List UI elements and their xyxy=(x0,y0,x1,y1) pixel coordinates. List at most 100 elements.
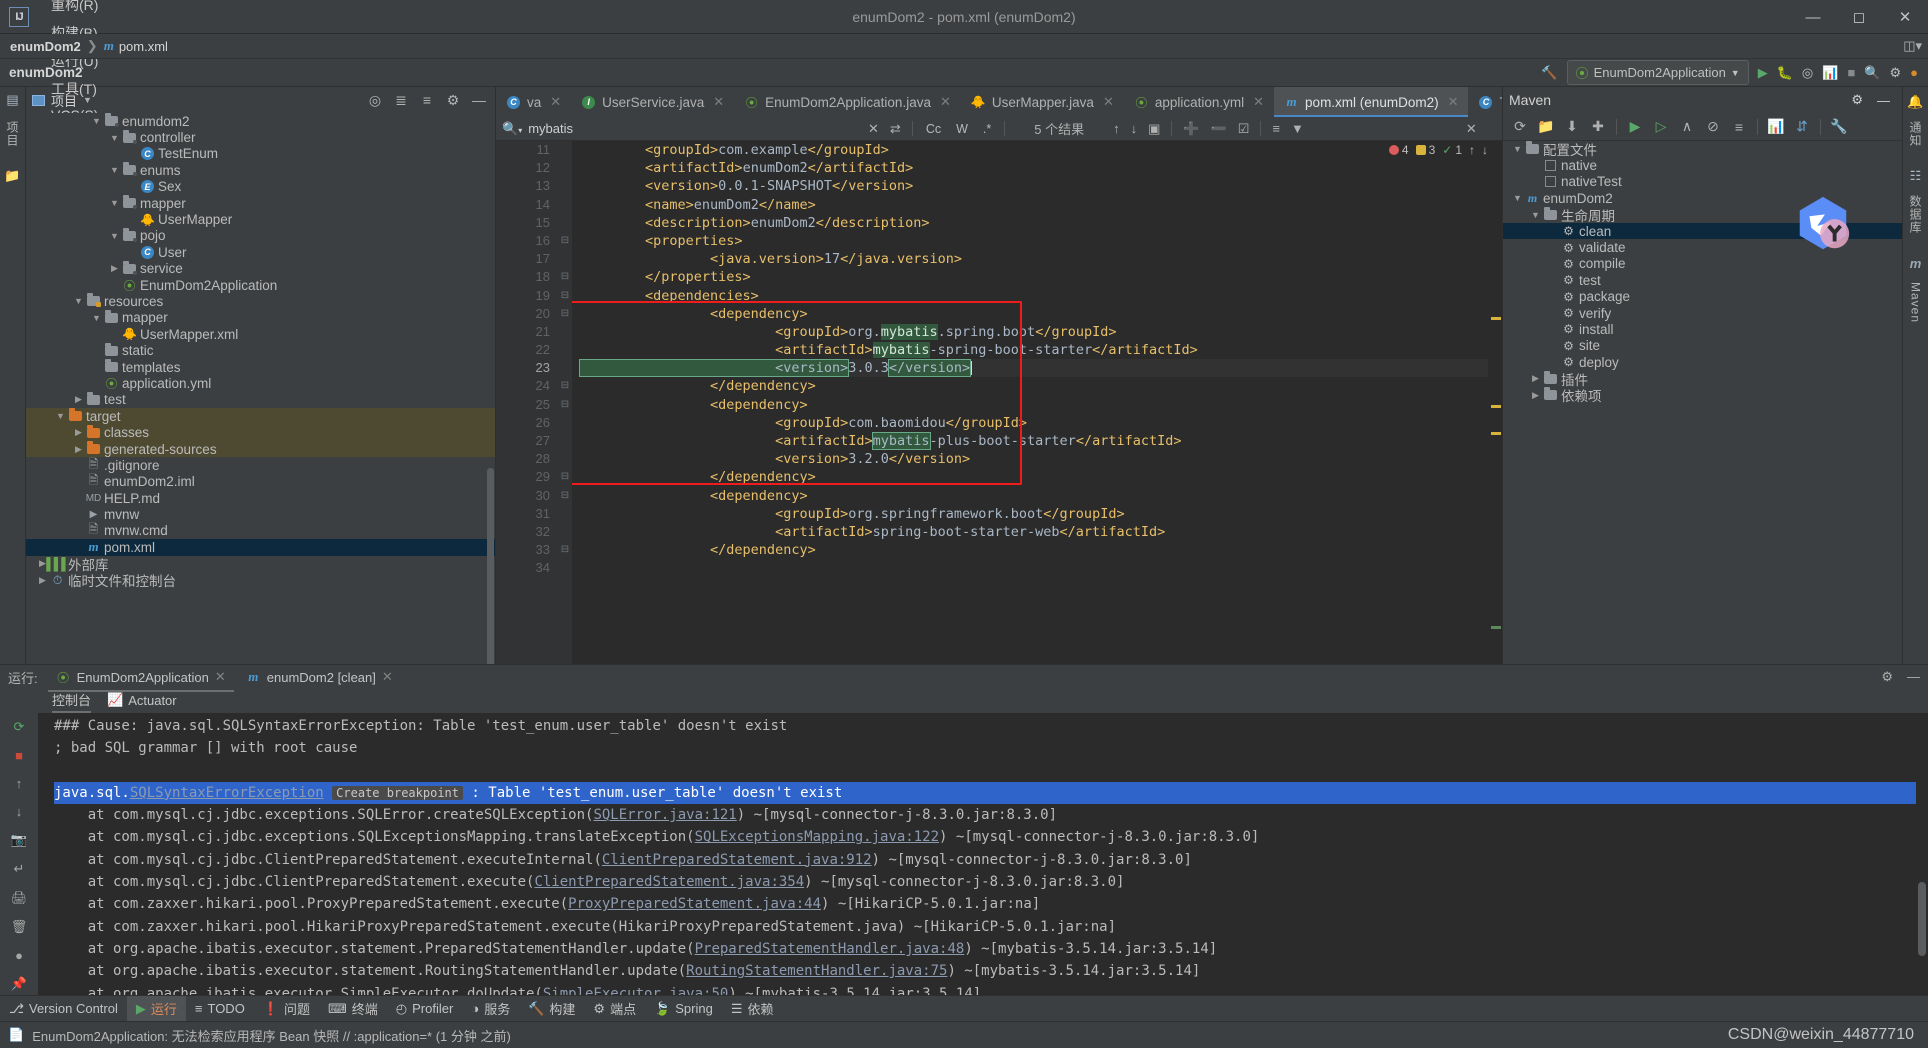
maven-tree-item[interactable]: ▼ 生命周期 xyxy=(1503,206,1902,224)
tool-window-button[interactable]: ⎇ Version Control xyxy=(0,998,127,1020)
console-line[interactable]: at com.mysql.cj.jdbc.ClientPreparedState… xyxy=(54,849,1916,871)
project-tree-item[interactable]: ⦿ application.yml xyxy=(26,375,495,391)
warning-badge[interactable]: 3 xyxy=(1415,143,1435,157)
run-subtab[interactable]: 📈 Actuator xyxy=(107,692,177,710)
right-strip-label-notifications[interactable]: 通知 xyxy=(1907,121,1924,147)
code-line[interactable]: </dependency> xyxy=(580,377,1488,395)
marker-tick[interactable] xyxy=(1491,431,1501,435)
execute-goal-icon[interactable]: ▷ xyxy=(1649,116,1673,138)
maven-tree-item[interactable]: ⚙ compile xyxy=(1503,256,1902,272)
marker-tick[interactable] xyxy=(1491,317,1501,321)
editor-tab[interactable]: CTest✕ xyxy=(1468,87,1502,117)
project-tree-item[interactable]: ▼ mapper xyxy=(26,309,495,326)
inspection-widget[interactable]: 4 3 ✓ 1 ↑ ↓ xyxy=(1388,143,1488,157)
project-tree-item[interactable]: 🐥 UserMapper xyxy=(26,211,495,227)
project-tree-item[interactable]: C TestEnum xyxy=(26,146,495,162)
stack-frame-link[interactable]: PreparedStatementHandler.java:48 xyxy=(695,941,965,957)
close-tab-icon[interactable]: ✕ xyxy=(550,94,561,110)
chevron-down-icon[interactable]: ▼ xyxy=(90,116,103,126)
fold-marker-icon[interactable]: ⊟ xyxy=(558,268,572,286)
chevron-down-icon[interactable]: ▼ xyxy=(72,296,85,306)
maven-tree-item[interactable]: ⚙ validate xyxy=(1503,239,1902,255)
minimize-button[interactable]: — xyxy=(1790,0,1836,34)
chevron-down-icon[interactable]: ▼ xyxy=(1511,144,1524,154)
chevron-down-icon[interactable]: ▼ xyxy=(108,165,121,175)
tool-window-button[interactable]: 🔨 构建 xyxy=(519,996,584,1021)
run-goal-icon[interactable]: ▶ xyxy=(1623,116,1647,138)
stack-frame-link[interactable]: SQLError.java:121 xyxy=(593,807,736,823)
locate-file-icon[interactable]: ◎ xyxy=(365,90,385,110)
close-find-bar-icon[interactable]: ✕ xyxy=(1466,121,1477,137)
profiler-button[interactable]: 📊 xyxy=(1822,65,1838,81)
error-badge[interactable]: 4 xyxy=(1388,143,1409,157)
console-line[interactable]: at org.apache.ibatis.executor.statement.… xyxy=(54,938,1916,960)
filter-icon[interactable]: ▼ xyxy=(1291,121,1304,136)
fold-marker-icon[interactable]: ⊟ xyxy=(558,377,572,395)
code-line[interactable]: <name>enumDom2</name> xyxy=(580,196,1488,214)
console-line[interactable]: java.sql.SQLSyntaxErrorException Create … xyxy=(54,781,1916,805)
code-line[interactable]: </dependency> xyxy=(580,541,1488,559)
expand-all-icon[interactable]: ≣ xyxy=(391,90,411,110)
project-tree-item[interactable]: ▼ controller xyxy=(26,129,495,145)
match-case-toggle[interactable]: Cc xyxy=(924,122,943,136)
scroll-up-icon[interactable]: ↑ xyxy=(16,776,23,791)
show-dependencies-icon[interactable]: 📊 xyxy=(1764,116,1788,138)
debug-button[interactable]: 🐛 xyxy=(1777,65,1793,81)
console-line[interactable]: at org.apache.ibatis.executor.statement.… xyxy=(54,960,1916,982)
project-tree-item[interactable]: ▶ classes xyxy=(26,424,495,441)
close-run-tab-icon[interactable]: ✕ xyxy=(215,669,226,685)
code-line[interactable]: <groupId>com.example</groupId> xyxy=(580,141,1488,159)
settings-icon[interactable]: ⚙ xyxy=(1889,65,1901,81)
fold-marker-icon[interactable]: ⊟ xyxy=(558,541,572,559)
stack-frame-link[interactable]: ProxyPreparedStatement.java:44 xyxy=(568,896,821,912)
chevron-down-icon[interactable]: ▼ xyxy=(54,411,67,421)
maven-tree-item[interactable]: ⚙ clean xyxy=(1503,222,1902,240)
maven-tree-item[interactable]: ⚙ package xyxy=(1503,289,1902,305)
collapse-all-icon[interactable]: ≡ xyxy=(417,90,437,110)
tool-window-button[interactable]: 🍃 Spring xyxy=(645,998,722,1020)
collapse-all-icon[interactable]: ≡ xyxy=(1727,116,1751,138)
maven-m-icon[interactable]: m xyxy=(1907,254,1925,272)
database-icon[interactable]: ☷ xyxy=(1907,167,1925,185)
search-everywhere-icon[interactable]: 🔍 xyxy=(1864,65,1880,81)
search-input[interactable]: mybatis xyxy=(528,121,573,136)
chevron-right-icon[interactable]: ▶ xyxy=(1529,390,1542,401)
close-tab-icon[interactable]: ✕ xyxy=(1253,94,1264,110)
maven-tree-item[interactable]: nativeTest xyxy=(1503,174,1902,190)
open-in-window-icon[interactable]: ▣ xyxy=(1148,121,1160,137)
maximize-button[interactable]: ◻ xyxy=(1836,0,1882,34)
fold-marker-icon[interactable]: ⊟ xyxy=(558,487,572,505)
pin-icon[interactable]: 📌 xyxy=(11,976,27,992)
rerun-icon[interactable]: ⟳ xyxy=(14,719,25,735)
maven-tree-item[interactable]: ▼ 配置文件 xyxy=(1503,141,1902,158)
replace-toggle-icon[interactable]: ⇄ xyxy=(890,121,901,137)
editor-tab[interactable]: m pom.xml (enumDom2) ✕ xyxy=(1274,87,1469,117)
project-tree-item[interactable]: MD HELP.md xyxy=(26,490,495,506)
coverage-button[interactable]: ◎ xyxy=(1802,65,1813,81)
editor-tab[interactable]: ⦿ EnumDom2Application.java ✕ xyxy=(734,87,961,117)
inspection-prev-icon[interactable]: ↑ xyxy=(1469,143,1475,157)
code-line[interactable]: <artifactId>spring-boot-starter-web</art… xyxy=(580,523,1488,541)
search-next-button[interactable]: ↓ xyxy=(1131,121,1138,136)
trash-icon[interactable]: 🗑 xyxy=(11,919,28,935)
print-icon[interactable]: 🖨 xyxy=(11,890,28,906)
fold-marker-icon[interactable]: ⊟ xyxy=(558,468,572,486)
toggle-offline-icon[interactable]: ⊘ xyxy=(1701,116,1725,138)
project-tree-item[interactable]: E Sex xyxy=(26,179,495,195)
project-tool-icon[interactable]: ▤ xyxy=(4,91,22,109)
tool-window-button[interactable]: ❗ 问题 xyxy=(254,996,319,1021)
whole-words-toggle[interactable]: W xyxy=(954,122,970,136)
chevron-down-icon[interactable]: ▼ xyxy=(108,198,121,208)
project-tree-item[interactable]: ⦿ EnumDom2Application xyxy=(26,277,495,293)
stack-frame-link[interactable]: RoutingStatementHandler.java:75 xyxy=(686,963,947,979)
maven-tree-item[interactable]: ⚙ site xyxy=(1503,338,1902,354)
code-line[interactable]: <groupId>com.baomidou</groupId> xyxy=(580,414,1488,432)
code-line[interactable]: <artifactId>mybatis-plus-boot-starter</a… xyxy=(580,432,1488,450)
chevron-right-icon[interactable]: ▶ xyxy=(72,444,85,455)
tool-window-button[interactable]: ▶ 运行 xyxy=(126,996,186,1021)
fold-marker-icon[interactable]: ⊟ xyxy=(558,305,572,323)
project-tree-item[interactable]: ▼ target xyxy=(26,408,495,425)
tool-window-button[interactable]: ◴ Profiler xyxy=(387,998,463,1020)
project-tree-item[interactable]: 🐥 UserMapper.xml xyxy=(26,326,495,342)
project-tree-item[interactable]: C User xyxy=(26,244,495,260)
